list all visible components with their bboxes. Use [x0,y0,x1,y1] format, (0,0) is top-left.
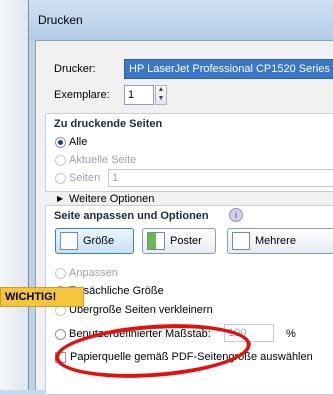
multiple-pages-icon [232,232,250,250]
size-button-label: Größe [83,235,115,247]
pages-radio[interactable] [55,173,66,184]
poster-button[interactable]: Poster [142,228,216,254]
current-page-label: Aktuelle Seite [69,154,137,166]
pages-label: Seiten [69,172,101,184]
expand-arrow-icon[interactable]: ▶ [57,194,63,203]
poster-button-label: Poster [170,235,202,247]
percent-label: % [286,328,296,340]
title-bar: Drucken [29,0,333,40]
multiple-button-label: Mehrere [255,235,296,247]
printer-label: Drucker: [54,63,96,75]
poster-icon [147,232,165,250]
copies-input[interactable]: 1 [124,85,154,105]
pages-group-title: Zu druckende Seiten [54,118,163,130]
printer-select[interactable]: HP LaserJet Professional CP1520 Series P [124,59,333,79]
copies-stepper[interactable]: ▲ ▼ [155,85,167,105]
current-page-radio[interactable] [55,155,66,166]
stepper-up-icon[interactable]: ▲ [156,86,166,93]
page-size-icon [60,232,78,250]
info-icon[interactable]: i [229,208,243,222]
more-options-link[interactable]: Weitere Optionen [69,193,154,205]
size-button[interactable]: Größe [55,228,134,254]
sizing-group-title: Seite anpassen und Optionen [54,210,209,222]
background-window-strip [0,0,28,390]
stepper-down-icon[interactable]: ▼ [156,95,166,102]
custom-scale-radio[interactable] [55,329,66,340]
shrink-label: Übergroße Seiten verkleinern [69,304,213,316]
multiple-button[interactable]: Mehrere [227,228,333,254]
fit-radio[interactable] [55,268,66,279]
pages-input[interactable]: 1 [108,169,333,187]
all-pages-radio[interactable] [55,137,66,148]
important-callout: WICHTIG! [0,287,84,307]
window-title: Drucken [38,13,83,27]
pages-group: Zu druckende Seiten Alle Aktuelle Seite … [45,113,333,192]
copies-label: Exemplare: [54,89,110,101]
all-pages-label: Alle [69,136,88,148]
fit-label: Anpassen [69,267,118,279]
